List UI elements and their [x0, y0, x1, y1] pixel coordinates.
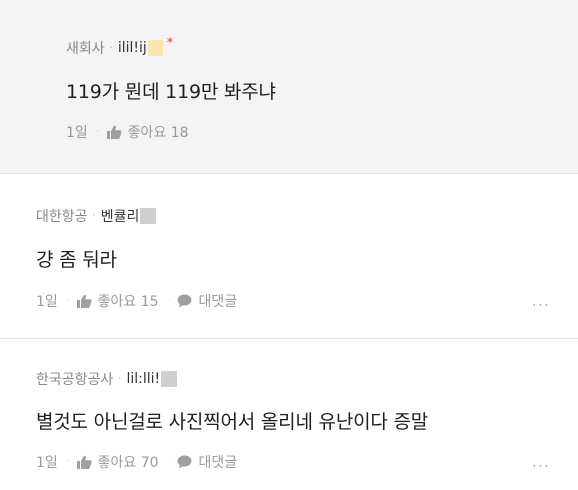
censor-blur — [161, 371, 178, 387]
separator-dot: · — [118, 373, 122, 385]
comment-feed: 새회사 · ilil!ij * 119가 뭔데 119만 봐주냐 1일 · 좋아… — [0, 0, 578, 490]
author-nickname[interactable]: lil:lli! — [126, 371, 160, 387]
comment-item: 대한항공 · 벤큘리 걍 좀 둬라 1일 · 좋아요 15 · 대댓글 ... — [0, 173, 578, 338]
thumbs-up-icon[interactable] — [76, 294, 92, 308]
author-nickname[interactable]: ilil!ij — [118, 40, 147, 56]
author-company[interactable]: 한국공항공사 — [36, 369, 113, 389]
separator-dot: · — [65, 296, 69, 306]
like-button[interactable]: 좋아요 15 — [98, 291, 159, 311]
comment-meta: 1일 · 좋아요 70 · 대댓글 — [36, 452, 237, 472]
separator-dot: · — [95, 127, 99, 137]
more-dots-icon[interactable]: ... — [532, 452, 550, 471]
reply-button[interactable]: 대댓글 — [198, 291, 237, 311]
comment-author-line: 한국공항공사 · lil:lli! — [36, 369, 178, 389]
comment-meta: 1일 · 좋아요 18 — [66, 122, 189, 142]
like-button[interactable]: 좋아요 70 — [98, 452, 159, 472]
comment-time: 1일 — [36, 455, 58, 471]
separator-dot: · — [109, 42, 113, 54]
speech-bubble-icon[interactable] — [177, 455, 192, 469]
separator-dot: · — [166, 457, 170, 467]
thumbs-up-icon[interactable] — [76, 455, 92, 469]
like-button[interactable]: 좋아요 18 — [128, 122, 189, 142]
comment-text: 별것도 아닌걸로 사진찍어서 올리네 유난이다 증말 — [36, 411, 429, 433]
author-nickname[interactable]: 벤큘리 — [101, 206, 140, 226]
comment-time: 1일 — [66, 125, 88, 141]
comment-text: 119가 뭔데 119만 봐주냐 — [66, 81, 276, 103]
comment-author-line: 새회사 · ilil!ij * — [66, 35, 174, 58]
censor-blur — [147, 40, 163, 56]
author-company[interactable]: 대한항공 — [36, 206, 88, 226]
comment-item: 한국공항공사 · lil:lli! 별것도 아닌걸로 사진찍어서 올리네 유난이… — [0, 338, 578, 490]
reply-button[interactable]: 대댓글 — [198, 452, 237, 472]
comment-time: 1일 — [36, 294, 58, 310]
separator-dot: · — [166, 296, 170, 306]
separator-dot: · — [65, 457, 69, 467]
censor-blur — [140, 208, 157, 224]
more-dots-icon[interactable]: ... — [532, 291, 550, 310]
thumbs-up-icon[interactable] — [106, 125, 122, 139]
speech-bubble-icon[interactable] — [177, 294, 192, 308]
separator-dot: · — [92, 210, 96, 222]
author-star-icon: * — [166, 35, 174, 51]
comment-author-line: 대한항공 · 벤큘리 — [36, 206, 157, 226]
comment-meta: 1일 · 좋아요 15 · 대댓글 — [36, 291, 237, 311]
comment-text: 걍 좀 둬라 — [36, 249, 117, 271]
comment-item: 새회사 · ilil!ij * 119가 뭔데 119만 봐주냐 1일 · 좋아… — [0, 0, 578, 173]
author-company[interactable]: 새회사 — [66, 38, 105, 58]
